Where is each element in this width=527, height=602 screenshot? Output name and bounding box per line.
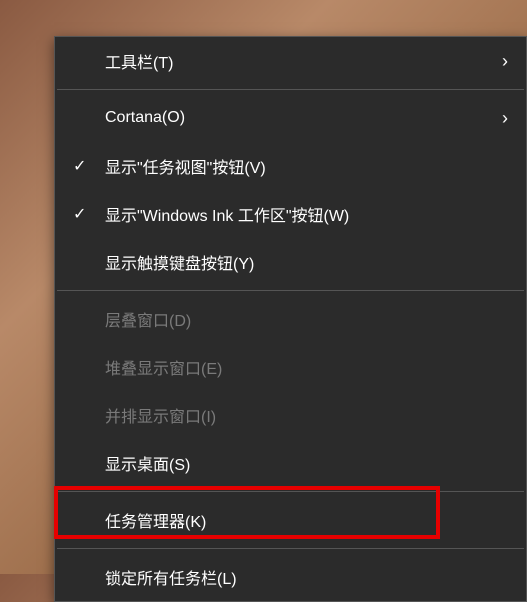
menu-item-label: 显示"Windows Ink 工作区"按钮(W) [105,202,349,226]
chevron-right-icon: › [502,108,508,129]
taskbar-context-menu: 工具栏(T) › Cortana(O) › ✓ 显示"任务视图"按钮(V) ✓ 显示"Wind… [54,36,527,602]
checkmark-icon: ✓ [73,204,86,224]
menu-item-4[interactable]: ✓ 显示"Windows Ink 工作区"按钮(W) [55,190,526,238]
menu-item-9: 并排显示窗口(I) [55,391,526,439]
menu-separator [57,548,524,549]
menu-item-label: 任务管理器(K) [105,508,206,532]
menu-item-label: 并排显示窗口(I) [105,403,216,427]
menu-item-label: 工具栏(T) [105,49,173,73]
menu-item-label: Cortana(O) [105,109,185,127]
checkmark-icon: ✓ [73,156,86,176]
menu-item-0[interactable]: 工具栏(T) › [55,37,526,85]
menu-item-label: 堆叠显示窗口(E) [105,355,222,379]
menu-item-14[interactable]: 锁定所有任务栏(L) [55,553,526,601]
menu-item-2[interactable]: Cortana(O) › [55,94,526,142]
menu-item-7: 层叠窗口(D) [55,295,526,343]
menu-item-label: 层叠窗口(D) [105,307,191,331]
menu-item-8: 堆叠显示窗口(E) [55,343,526,391]
menu-item-label: 显示触摸键盘按钮(Y) [105,250,254,274]
menu-item-label: 显示"任务视图"按钮(V) [105,154,266,178]
menu-separator [57,290,524,291]
menu-item-3[interactable]: ✓ 显示"任务视图"按钮(V) [55,142,526,190]
menu-item-10[interactable]: 显示桌面(S) [55,439,526,487]
menu-item-label: 显示桌面(S) [105,451,190,475]
menu-separator [57,89,524,90]
menu-item-5[interactable]: 显示触摸键盘按钮(Y) [55,238,526,286]
chevron-right-icon: › [502,51,508,72]
menu-separator [57,491,524,492]
menu-item-12[interactable]: 任务管理器(K) [55,496,526,544]
menu-item-label: 锁定所有任务栏(L) [105,565,237,589]
